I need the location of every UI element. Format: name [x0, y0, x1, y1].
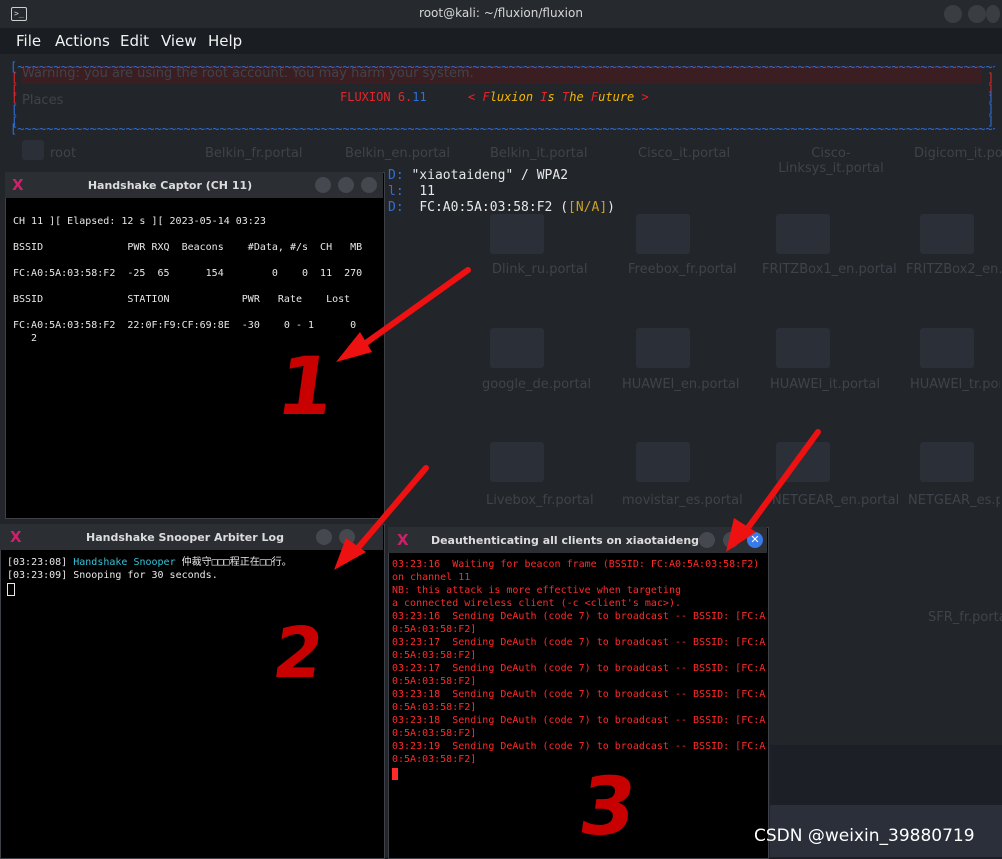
arrow-3: [739, 429, 821, 539]
arrow-1: [353, 267, 471, 353]
arrow-2: [349, 465, 429, 558]
watermark: CSDN @weixin_39880719: [754, 826, 975, 846]
annotation-arrows: [334, 267, 821, 570]
